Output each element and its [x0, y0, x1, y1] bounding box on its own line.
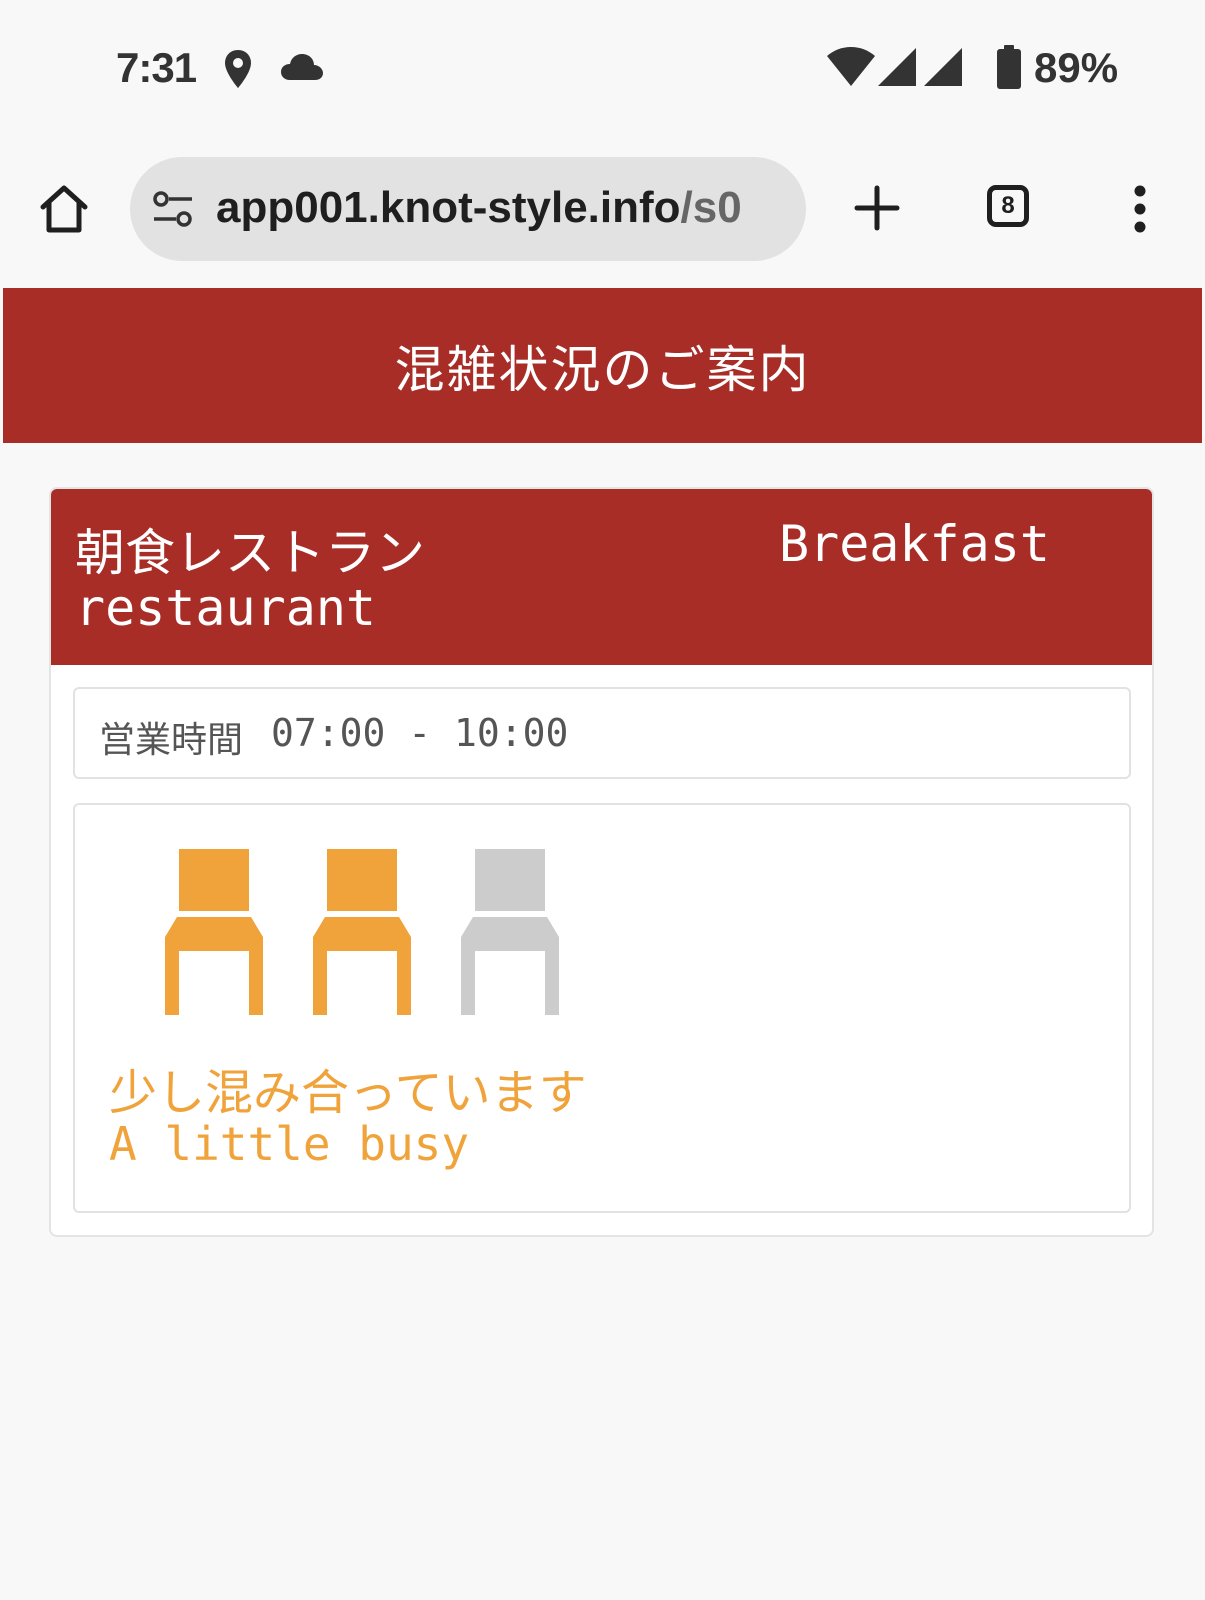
- chair-icon: [461, 849, 559, 1015]
- site-settings-icon[interactable]: [152, 191, 194, 229]
- hours-value: 07:00 - 10:00: [271, 711, 569, 755]
- hours-label: 営業時間: [99, 720, 244, 761]
- chair-icon: [165, 849, 263, 1015]
- wifi-icon: [827, 47, 875, 86]
- restaurant-name-en-cont: restaurant: [75, 579, 377, 637]
- battery-icon: [997, 45, 1021, 89]
- page-title: 混雑状況のご案内: [394, 340, 811, 399]
- business-hours: 営業時間 07:00 - 10:00: [73, 687, 1131, 779]
- signal-icon: [924, 48, 962, 86]
- chair-icon: [313, 849, 411, 1015]
- congestion-text-jp: 少し混み合っています: [109, 1065, 587, 1121]
- more-options-icon[interactable]: [1127, 185, 1153, 233]
- new-tab-icon[interactable]: [854, 185, 900, 231]
- restaurant-name-en: Breakfast: [779, 515, 1050, 573]
- congestion-text-en: A little busy: [109, 1117, 470, 1171]
- status-time: 7:31: [116, 44, 197, 91]
- home-icon[interactable]: [38, 183, 90, 235]
- address-bar[interactable]: app001.knot-style.info/s0: [130, 157, 806, 261]
- url-path: /s0: [680, 183, 742, 232]
- card-header: 朝食レストラン Breakfast restaurant: [51, 489, 1152, 665]
- status-bar: 7:31 89%: [0, 0, 1205, 135]
- congestion-status: 少し混み合っています A little busy: [73, 803, 1131, 1213]
- url-host: app001.knot-style.info: [216, 183, 681, 232]
- tabs-button[interactable]: 8: [987, 185, 1029, 227]
- url-text[interactable]: app001.knot-style.info/s0: [216, 183, 786, 233]
- battery-percent: 89%: [1034, 44, 1119, 91]
- browser-toolbar: app001.knot-style.info/s0 8: [0, 135, 1205, 287]
- restaurant-card: 朝食レストラン Breakfast restaurant 営業時間 07:00 …: [49, 487, 1154, 1237]
- restaurant-name-jp: 朝食レストラン: [75, 524, 425, 582]
- page-header: 混雑状況のご案内: [3, 288, 1202, 443]
- cloud-icon: [281, 54, 323, 80]
- congestion-chairs: [165, 849, 559, 1015]
- tab-count: 8: [1001, 192, 1015, 219]
- location-icon: [225, 50, 251, 88]
- signal-icon: [878, 48, 916, 86]
